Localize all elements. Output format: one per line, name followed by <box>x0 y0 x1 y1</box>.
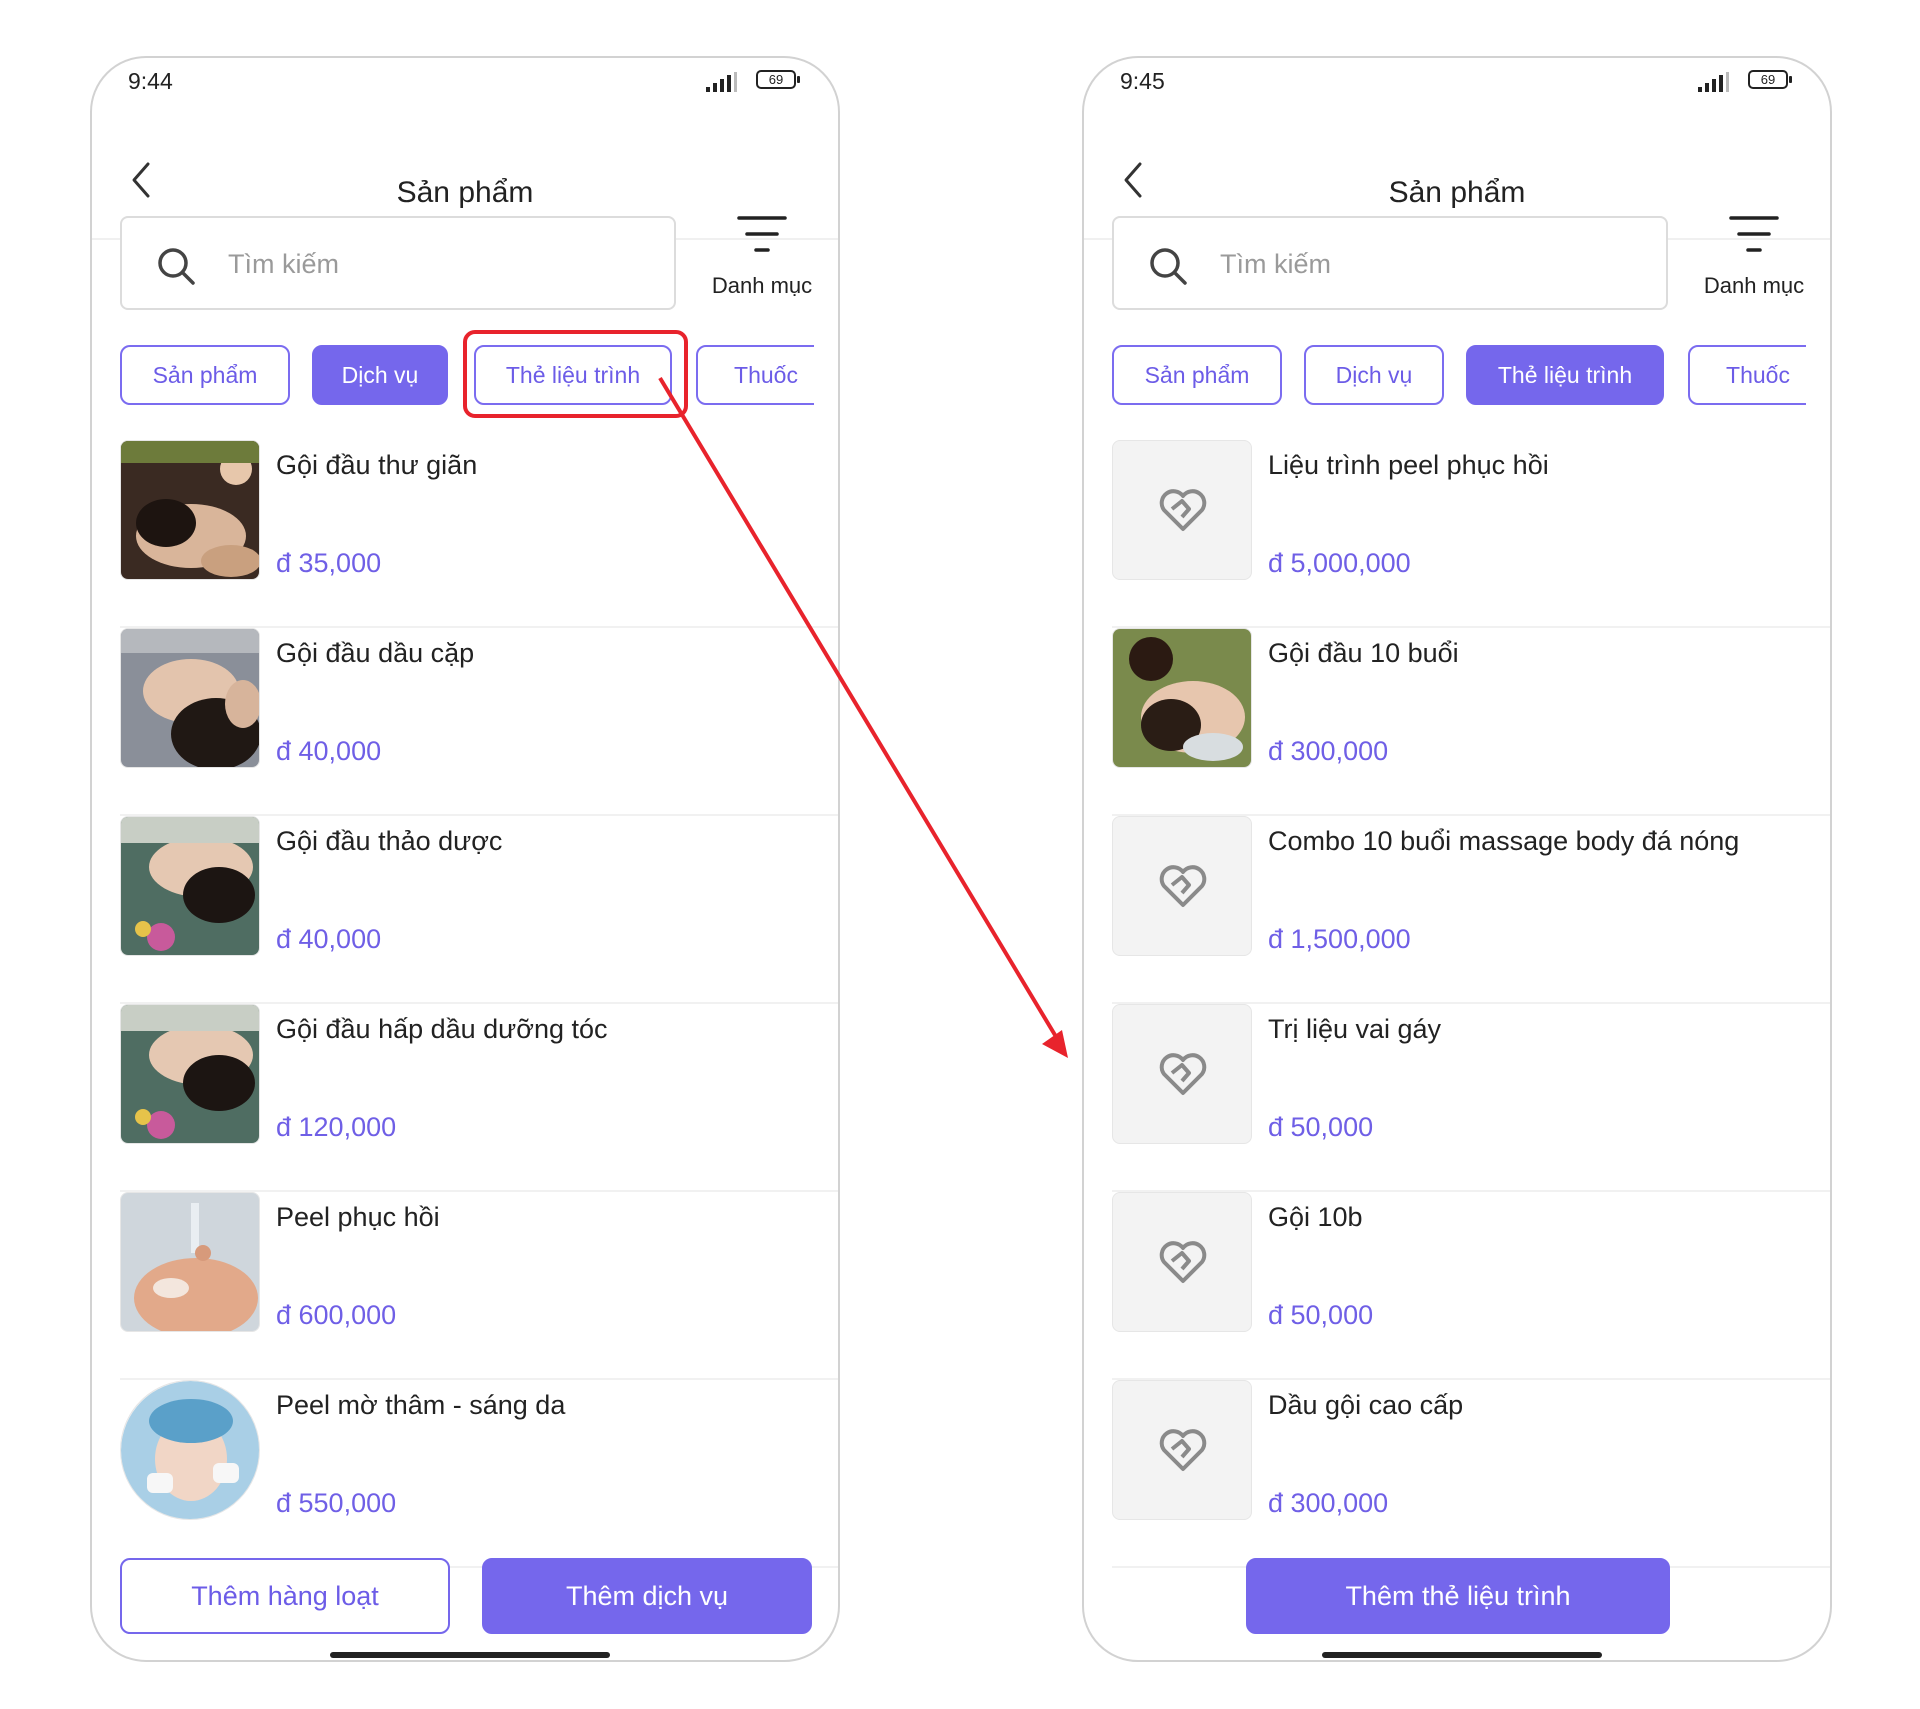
status-bar: 9:45 69 <box>1084 58 1830 114</box>
item-price: đ 35,000 <box>276 548 382 578</box>
item-name: Gội đầu 10 buổi <box>1268 638 1459 668</box>
list-item[interactable]: Dầu gội cao cấp đ 300,000 <box>1112 1380 1830 1568</box>
category-label: Danh mục <box>1703 273 1805 298</box>
item-name: Trị liệu vai gáy <box>1268 1014 1442 1044</box>
placeholder-thumbnail <box>1112 1380 1252 1520</box>
placeholder-heart-icon <box>1158 1239 1208 1290</box>
product-list: Gội đầu thư giãn đ 35,000 Gội đầu dầu cặ… <box>120 440 838 1568</box>
tab-bar: Sản phẩm Dịch vụ Thẻ liệu trình Thuốc <box>1112 345 1806 409</box>
category-label: Danh mục <box>711 273 813 298</box>
search-icon <box>156 246 196 291</box>
list-item[interactable]: Gội đầu 10 buổi đ 300,000 <box>1112 628 1830 816</box>
tab-thuoc[interactable]: Thuốc <box>1688 345 1806 405</box>
list-item[interactable]: Trị liệu vai gáy đ 50,000 <box>1112 1004 1830 1192</box>
product-thumbnail <box>120 440 260 580</box>
item-price: đ 600,000 <box>276 1300 397 1330</box>
placeholder-heart-icon <box>1158 487 1208 538</box>
item-name: Combo 10 buổi massage body đá nóng <box>1268 826 1740 856</box>
tab-the-lieu-trinh[interactable]: Thẻ liệu trình <box>1466 345 1664 405</box>
bulk-add-button[interactable]: Thêm hàng loạt <box>120 1558 450 1634</box>
tab-dich-vu[interactable]: Dịch vụ <box>312 345 448 405</box>
tab-san-pham[interactable]: Sản phẩm <box>1112 345 1282 405</box>
search-icon <box>1148 246 1188 291</box>
product-thumbnail <box>1112 628 1252 768</box>
item-name: Liệu trình peel phục hồi <box>1268 450 1549 480</box>
filter-icon <box>692 214 832 263</box>
page-title: Sản phẩm <box>1388 176 1526 209</box>
category-filter-button[interactable]: Danh mục <box>1684 214 1824 324</box>
category-filter-button[interactable]: Danh mục <box>692 214 832 324</box>
placeholder-thumbnail <box>1112 1004 1252 1144</box>
search-input[interactable] <box>226 240 650 288</box>
item-price: đ 300,000 <box>1268 1488 1389 1518</box>
product-thumbnail <box>120 1004 260 1144</box>
list-item[interactable]: Gội đầu hấp dầu dưỡng tóc đ 120,000 <box>120 1004 838 1192</box>
item-price: đ 40,000 <box>276 924 382 954</box>
list-item[interactable]: Gội đầu dầu cặp đ 40,000 <box>120 628 838 816</box>
search-box[interactable] <box>1112 216 1668 310</box>
item-price: đ 5,000,000 <box>1268 548 1411 578</box>
product-thumbnail <box>120 1380 260 1520</box>
battery-icon: 69 <box>1748 70 1792 89</box>
battery-icon: 69 <box>756 70 800 89</box>
status-bar: 9:44 69 <box>92 58 838 114</box>
placeholder-heart-icon <box>1158 1051 1208 1102</box>
list-item[interactable]: Gội đầu thư giãn đ 35,000 <box>120 440 838 628</box>
list-item[interactable]: Combo 10 buổi massage body đá nóng đ 1,5… <box>1112 816 1830 1004</box>
list-item[interactable]: Peel mờ thâm - sáng da đ 550,000 <box>120 1380 838 1568</box>
placeholder-thumbnail <box>1112 440 1252 580</box>
item-price: đ 1,500,000 <box>1268 924 1411 954</box>
search-input[interactable] <box>1218 240 1642 288</box>
placeholder-thumbnail <box>1112 816 1252 956</box>
item-price: đ 40,000 <box>276 736 382 766</box>
product-thumbnail <box>120 628 260 768</box>
signal-icon <box>1698 72 1730 97</box>
placeholder-heart-icon <box>1158 1427 1208 1478</box>
item-name: Dầu gội cao cấp <box>1268 1390 1464 1420</box>
home-indicator <box>1322 1652 1602 1658</box>
product-thumbnail <box>120 1192 260 1332</box>
item-name: Gội đầu hấp dầu dưỡng tóc <box>276 1014 608 1044</box>
add-service-button[interactable]: Thêm dịch vụ <box>482 1558 812 1634</box>
home-indicator <box>330 1652 610 1658</box>
item-price: đ 50,000 <box>1268 1112 1374 1142</box>
item-price: đ 300,000 <box>1268 736 1389 766</box>
signal-icon <box>706 72 738 97</box>
item-name: Gội đầu thư giãn <box>276 450 478 480</box>
filter-icon <box>1684 214 1824 263</box>
placeholder-heart-icon <box>1158 863 1208 914</box>
item-name: Peel mờ thâm - sáng da <box>276 1390 566 1420</box>
status-time: 9:44 <box>128 68 173 94</box>
search-box[interactable] <box>120 216 676 310</box>
treatment-card-list: Liệu trình peel phục hồi đ 5,000,000 Gội… <box>1112 440 1830 1568</box>
item-name: Gội đầu dầu cặp <box>276 638 475 668</box>
page-title: Sản phẩm <box>396 176 534 209</box>
item-price: đ 50,000 <box>1268 1300 1374 1330</box>
list-item[interactable]: Gội 10b đ 50,000 <box>1112 1192 1830 1380</box>
list-item[interactable]: Peel phục hồi đ 600,000 <box>120 1192 838 1380</box>
item-price: đ 120,000 <box>276 1112 397 1142</box>
status-time: 9:45 <box>1120 68 1165 94</box>
phone-screen-right: 9:45 69 Sản phẩm Danh mục Sản phẩm Dịch … <box>1082 56 1832 1662</box>
tab-highlight-annotation <box>463 330 688 418</box>
tab-san-pham[interactable]: Sản phẩm <box>120 345 290 405</box>
item-name: Gội đầu thảo dược <box>276 826 503 856</box>
item-price: đ 550,000 <box>276 1488 397 1518</box>
list-item[interactable]: Liệu trình peel phục hồi đ 5,000,000 <box>1112 440 1830 628</box>
placeholder-thumbnail <box>1112 1192 1252 1332</box>
item-name: Peel phục hồi <box>276 1202 440 1232</box>
item-name: Gội 10b <box>1268 1202 1363 1232</box>
list-item[interactable]: Gội đầu thảo dược đ 40,000 <box>120 816 838 1004</box>
phone-screen-left: 9:44 69 Sản phẩm Danh mục Sản phẩm Dịch … <box>90 56 840 1662</box>
product-thumbnail <box>120 816 260 956</box>
add-treatment-card-button[interactable]: Thêm thẻ liệu trình <box>1246 1558 1670 1634</box>
tab-dich-vu[interactable]: Dịch vụ <box>1304 345 1444 405</box>
tab-thuoc[interactable]: Thuốc <box>696 345 814 405</box>
